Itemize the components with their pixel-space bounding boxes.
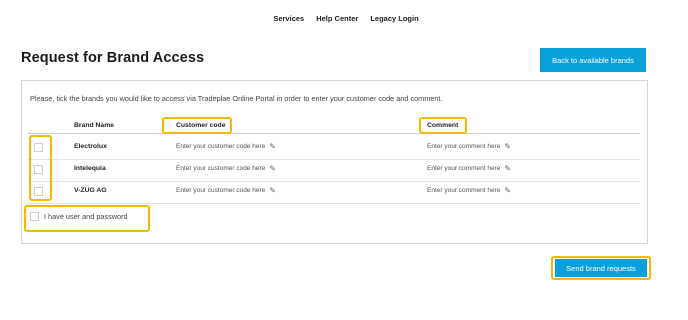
back-to-brands-button[interactable]: Back to available brands bbox=[540, 48, 646, 72]
comment-placeholder: Enter your comment here bbox=[427, 187, 501, 194]
pencil-icon[interactable]: ✎ bbox=[269, 186, 276, 195]
table-row: V-ZUG AG Enter your customer code here ✎… bbox=[28, 181, 640, 203]
comment-field[interactable]: Enter your comment here ✎ bbox=[427, 164, 511, 173]
comment-placeholder: Enter your comment here bbox=[427, 143, 501, 150]
customer-code-placeholder: Enter your customer code here bbox=[176, 165, 266, 172]
customer-code-field[interactable]: Enter your customer code here ✎ bbox=[176, 186, 276, 195]
instructions-text: Please, tick the brands you would like t… bbox=[30, 94, 443, 103]
nav-legacy-login[interactable]: Legacy Login bbox=[370, 14, 418, 23]
nav-help-center[interactable]: Help Center bbox=[316, 14, 358, 23]
pencil-icon[interactable]: ✎ bbox=[504, 142, 511, 151]
brand-name: V-ZUG AG bbox=[74, 187, 107, 194]
table-row: Intelequia Enter your customer code here… bbox=[28, 159, 640, 181]
highlight-checkboxes bbox=[29, 135, 52, 201]
row-divider bbox=[28, 203, 640, 204]
send-brand-requests-button[interactable]: Send brand requests bbox=[555, 259, 647, 277]
customer-code-field[interactable]: Enter your customer code here ✎ bbox=[176, 142, 276, 151]
page-title: Request for Brand Access bbox=[21, 50, 205, 66]
comment-placeholder: Enter your comment here bbox=[427, 165, 501, 172]
brand-name: Intelequia bbox=[74, 165, 106, 172]
header-brand-name: Brand Name bbox=[74, 122, 115, 129]
highlight-comment bbox=[419, 117, 467, 134]
highlight-user-password bbox=[24, 205, 150, 232]
customer-code-field[interactable]: Enter your customer code here ✎ bbox=[176, 164, 276, 173]
pencil-icon[interactable]: ✎ bbox=[269, 164, 276, 173]
top-nav: Services Help Center Legacy Login bbox=[0, 14, 688, 23]
pencil-icon[interactable]: ✎ bbox=[504, 186, 511, 195]
table-row: Electrolux Enter your customer code here… bbox=[28, 137, 640, 159]
customer-code-placeholder: Enter your customer code here bbox=[176, 187, 266, 194]
comment-field[interactable]: Enter your comment here ✎ bbox=[427, 142, 511, 151]
pencil-icon[interactable]: ✎ bbox=[504, 164, 511, 173]
customer-code-placeholder: Enter your customer code here bbox=[176, 143, 266, 150]
pencil-icon[interactable]: ✎ bbox=[269, 142, 276, 151]
nav-services[interactable]: Services bbox=[273, 14, 304, 23]
highlight-customer-code bbox=[162, 117, 232, 134]
table-header: Brand Name Customer code Comment bbox=[28, 118, 640, 134]
brand-name: Electrolux bbox=[74, 143, 107, 150]
comment-field[interactable]: Enter your comment here ✎ bbox=[427, 186, 511, 195]
